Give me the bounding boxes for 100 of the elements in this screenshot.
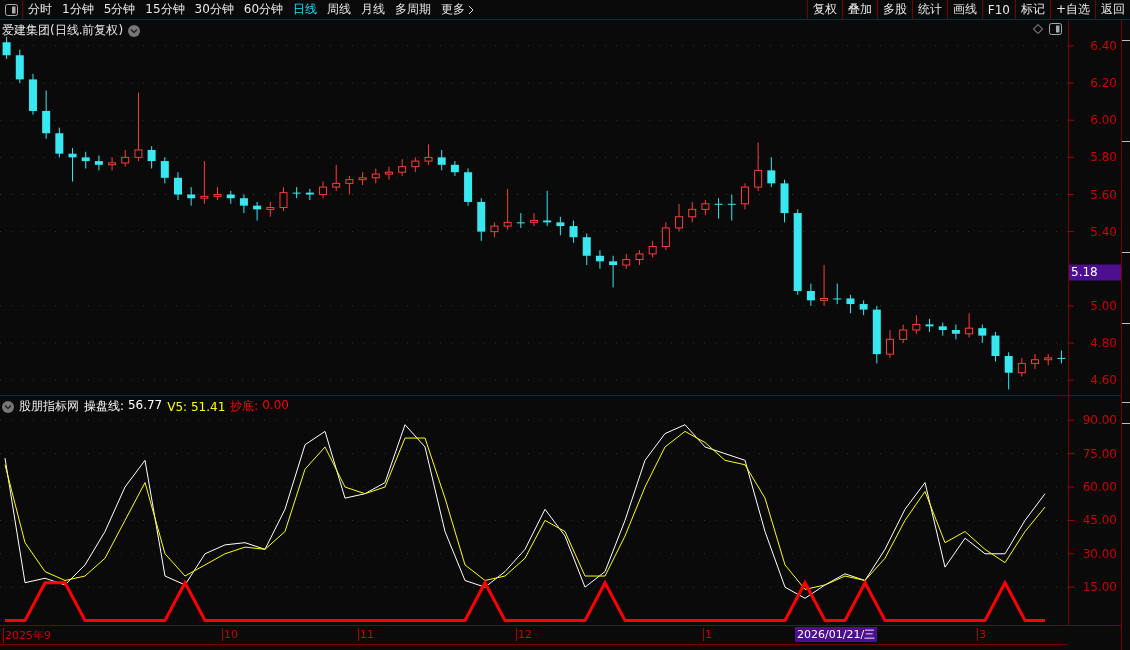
candle xyxy=(543,190,552,227)
panel-toggle-icon[interactable] xyxy=(4,3,18,16)
series-reading: 56.77 xyxy=(126,398,163,414)
candle xyxy=(213,186,222,201)
candle xyxy=(477,197,486,242)
candle xyxy=(42,90,51,140)
period-tab[interactable]: 30分钟 xyxy=(189,0,239,19)
price-tick-label: 6.20 xyxy=(1090,76,1117,91)
candle xyxy=(635,249,644,266)
candle xyxy=(1044,353,1053,366)
candle xyxy=(582,233,591,266)
candle xyxy=(899,323,908,344)
candle xyxy=(94,155,103,171)
toolbar-button[interactable]: 叠加 xyxy=(841,0,877,19)
candle xyxy=(266,201,275,218)
indicator-tick-label: 30.00 xyxy=(1082,546,1117,561)
candle xyxy=(174,171,182,201)
candle xyxy=(1031,353,1040,370)
cursor-date: 2026/01/21/三 xyxy=(795,627,878,642)
candle xyxy=(147,145,156,169)
price-tick-label: 6.40 xyxy=(1090,39,1117,53)
candle xyxy=(345,175,354,195)
period-tab[interactable]: 周线 xyxy=(322,0,357,19)
candle xyxy=(437,149,446,171)
toolbar-button[interactable]: 返回 xyxy=(1095,0,1130,19)
indicator-tick-label: 90.00 xyxy=(1082,413,1117,428)
panel-toggle-icon[interactable] xyxy=(1049,23,1062,35)
candle xyxy=(595,249,604,270)
candle xyxy=(398,158,407,177)
candle xyxy=(253,201,262,221)
candle xyxy=(1057,349,1066,364)
series-name: 抄底: xyxy=(230,398,259,415)
candle xyxy=(569,220,578,244)
candle xyxy=(81,151,90,169)
candle xyxy=(226,190,235,205)
toolbar-button[interactable]: 画线 xyxy=(946,0,982,19)
series-reading: 51.41 xyxy=(189,399,226,414)
series-name: V5: xyxy=(167,399,188,414)
price-tick-label: 6.00 xyxy=(1090,113,1117,128)
date-label: 10 xyxy=(222,628,238,641)
candle xyxy=(134,91,143,162)
series-name: 操盘线: xyxy=(84,398,125,415)
chevron-right-icon xyxy=(468,4,475,15)
candle xyxy=(609,255,618,288)
period-tab[interactable]: 1分钟 xyxy=(57,0,99,19)
candle xyxy=(200,160,209,205)
series-reading: 0.00 xyxy=(261,398,289,414)
candle xyxy=(371,168,380,184)
toolbar-button[interactable]: +自选 xyxy=(1049,0,1095,19)
candle xyxy=(384,166,393,181)
indicator-tick-label: 15.00 xyxy=(1082,580,1117,595)
collapse-icon[interactable] xyxy=(2,400,14,413)
candle xyxy=(305,188,314,201)
candle xyxy=(279,186,288,212)
period-tab[interactable]: 15分钟 xyxy=(140,0,190,19)
candle xyxy=(187,186,196,207)
collapse-icon[interactable] xyxy=(128,24,141,37)
toolbar-button[interactable]: 统计 xyxy=(911,0,947,19)
toolbar-button[interactable]: 多股 xyxy=(876,0,912,19)
indicator-tick-label: 75.00 xyxy=(1082,446,1117,461)
candle xyxy=(740,182,749,210)
period-tab[interactable]: 多周期 xyxy=(390,0,437,19)
date-label: 3 xyxy=(977,628,986,641)
period-tab[interactable]: 月线 xyxy=(356,0,391,19)
candle xyxy=(490,221,499,238)
candle xyxy=(806,283,815,307)
price-tick-label: 5.80 xyxy=(1090,150,1117,165)
period-tab[interactable]: 日线 xyxy=(288,0,323,19)
date-label: 12 xyxy=(516,628,532,641)
period-tab[interactable]: 5分钟 xyxy=(98,0,141,19)
candle xyxy=(464,168,473,207)
toolbar-button[interactable]: F10 xyxy=(981,0,1015,19)
price-tick-label: 5.60 xyxy=(1090,187,1117,202)
toolbar-button[interactable]: 标记 xyxy=(1014,0,1050,19)
period-tab[interactable]: 更多 xyxy=(436,0,480,19)
stock-title: 爱建集团(日线.前复权) xyxy=(2,22,124,39)
candle xyxy=(2,36,11,60)
candle xyxy=(859,299,868,316)
candle xyxy=(872,305,881,364)
candle xyxy=(68,147,77,182)
candle xyxy=(965,312,974,338)
candle xyxy=(833,283,842,305)
candle xyxy=(411,156,420,173)
diamond-icon[interactable] xyxy=(1033,24,1043,34)
candle xyxy=(28,73,37,116)
price-tick-label: 5.40 xyxy=(1090,224,1117,239)
candle xyxy=(925,318,934,333)
period-tab[interactable]: 60分钟 xyxy=(238,0,289,19)
candle xyxy=(424,143,433,166)
price-tick-label: 5.00 xyxy=(1090,298,1117,313)
candle xyxy=(239,194,248,214)
candle xyxy=(701,199,710,216)
candle xyxy=(503,188,512,231)
candle xyxy=(292,186,301,199)
toolbar-button[interactable]: 复权 xyxy=(806,0,842,19)
indicator-tick-label: 45.00 xyxy=(1082,513,1117,528)
period-tab[interactable]: 分时 xyxy=(23,0,57,19)
candle xyxy=(622,253,631,270)
candle xyxy=(556,216,565,236)
candle xyxy=(688,201,697,223)
